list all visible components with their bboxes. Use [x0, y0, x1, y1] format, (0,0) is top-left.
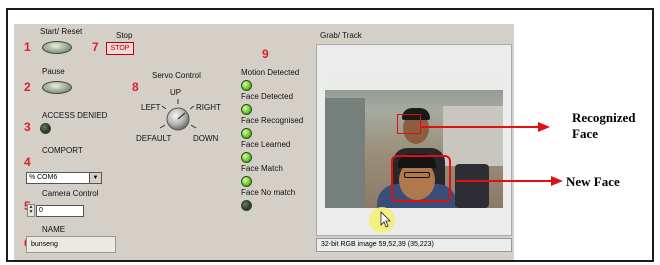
- indicator-label: Face Recognised: [241, 116, 304, 125]
- camera-control-label: Camera Control: [42, 189, 99, 198]
- name-label: NAME: [42, 225, 66, 234]
- number-3: 3: [24, 120, 31, 134]
- background-window: [325, 68, 503, 90]
- indicator-label: Face No match: [241, 188, 296, 197]
- camera-control-input[interactable]: 0: [36, 205, 84, 217]
- visa-icon: %: [29, 174, 36, 181]
- servo-knob[interactable]: [156, 98, 200, 138]
- indicator-led: [241, 104, 252, 115]
- servo-up-label: UP: [170, 88, 182, 97]
- recognized-face-annotation: Recognized Face: [572, 110, 636, 141]
- indicator-label: Face Match: [241, 164, 283, 173]
- indicator-led: [241, 128, 252, 139]
- cursor-highlight: [369, 207, 395, 233]
- background-wall: [325, 98, 365, 208]
- number-8: 8: [132, 80, 139, 94]
- name-field: bunseng: [26, 236, 116, 253]
- spinner-icon[interactable]: ▲ ▼: [27, 204, 35, 217]
- servo-control-label: Servo Control: [152, 71, 201, 80]
- indicator-led: [241, 176, 252, 187]
- number-7: 7: [92, 40, 99, 54]
- number-4: 4: [24, 155, 31, 169]
- grab-track-label: Grab/ Track: [320, 31, 362, 40]
- comport-value: COM6: [37, 174, 58, 181]
- stop-label: Stop: [116, 31, 133, 40]
- comport-select[interactable]: % COM6 ▼: [26, 172, 102, 184]
- indicator-led: [241, 152, 252, 163]
- pause-label: Pause: [42, 67, 65, 76]
- new-face-annotation: New Face: [566, 174, 620, 189]
- indicator-led: [241, 200, 252, 211]
- indicator-label: Motion Detected: [241, 68, 300, 77]
- indicator-label: Face Detected: [241, 92, 294, 101]
- number-9: 9: [262, 47, 269, 61]
- annotation-arrows: [420, 122, 563, 186]
- recognized-face-box: [397, 114, 421, 134]
- indicator-led: [241, 80, 252, 91]
- indicator-label: Face Learned: [241, 140, 291, 149]
- image-status-bar: 32-bit RGB image 59,52,39 (35,223): [316, 238, 512, 252]
- access-denied-label: ACCESS DENIED: [42, 111, 108, 120]
- pause-button[interactable]: [42, 81, 72, 94]
- comport-label: COMPORT: [42, 146, 83, 155]
- stop-button[interactable]: STOP: [106, 42, 134, 55]
- start-reset-label: Start/ Reset: [40, 27, 83, 36]
- access-denied-led: [40, 123, 51, 134]
- start-reset-button[interactable]: [42, 41, 72, 54]
- chevron-down-icon[interactable]: ▼: [89, 173, 101, 183]
- number-1: 1: [24, 40, 31, 54]
- number-2: 2: [24, 80, 31, 94]
